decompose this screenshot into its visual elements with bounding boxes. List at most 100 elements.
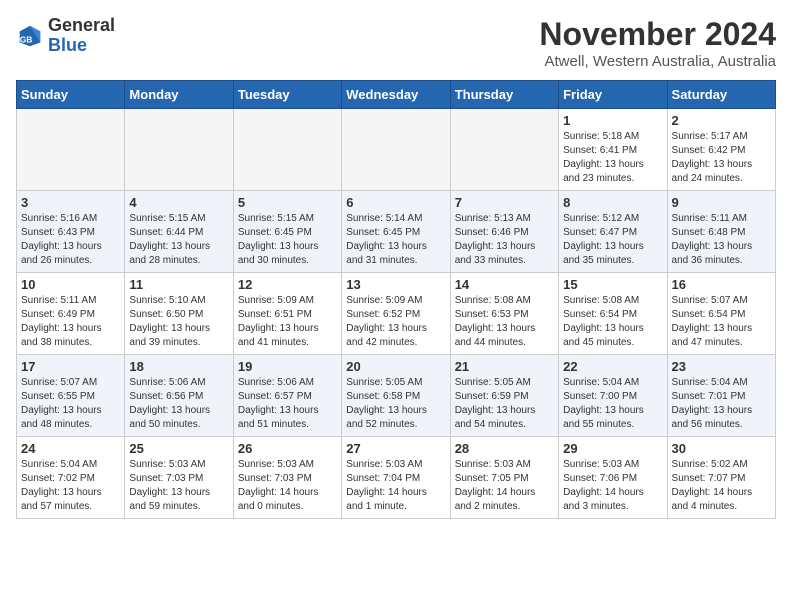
day-number: 22 xyxy=(563,359,662,374)
day-number: 29 xyxy=(563,441,662,456)
logo-text: General Blue xyxy=(48,16,115,56)
day-number: 10 xyxy=(21,277,120,292)
calendar-week-row: 1Sunrise: 5:18 AM Sunset: 6:41 PM Daylig… xyxy=(17,109,776,191)
day-info: Sunrise: 5:03 AM Sunset: 7:05 PM Dayligh… xyxy=(455,458,554,514)
day-number: 26 xyxy=(238,441,337,456)
day-header-saturday: Saturday xyxy=(667,81,775,109)
day-number: 14 xyxy=(455,277,554,292)
day-info: Sunrise: 5:02 AM Sunset: 7:07 PM Dayligh… xyxy=(672,458,771,514)
day-info: Sunrise: 5:06 AM Sunset: 6:56 PM Dayligh… xyxy=(129,376,228,432)
calendar-cell: 18 Sunrise: 5:06 AM Sunset: 6:56 PM Dayli… xyxy=(125,355,233,437)
calendar-cell: 28 Sunrise: 5:03 AM Sunset: 7:05 PM Dayli… xyxy=(450,437,558,519)
day-number: 21 xyxy=(455,359,554,374)
calendar-cell: 25 Sunrise: 5:03 AM Sunset: 7:03 PM Dayli… xyxy=(125,437,233,519)
calendar-cell xyxy=(342,109,450,191)
calendar-cell: 10Sunrise: 5:11 AM Sunset: 6:49 PM Dayli… xyxy=(17,273,125,355)
calendar-week-row: 17 Sunrise: 5:07 AM Sunset: 6:55 PM Dayli… xyxy=(17,355,776,437)
day-info: Sunrise: 5:09 AM Sunset: 6:51 PM Dayligh… xyxy=(238,294,337,350)
day-info: Sunrise: 5:03 AM Sunset: 7:06 PM Dayligh… xyxy=(563,458,662,514)
calendar-week-row: 10Sunrise: 5:11 AM Sunset: 6:49 PM Dayli… xyxy=(17,273,776,355)
calendar-cell: 12 Sunrise: 5:09 AM Sunset: 6:51 PM Dayli… xyxy=(233,273,341,355)
day-info: Sunrise: 5:05 AM Sunset: 6:58 PM Dayligh… xyxy=(346,376,445,432)
calendar-cell: 14 Sunrise: 5:08 AM Sunset: 6:53 PM Dayli… xyxy=(450,273,558,355)
day-info: Sunrise: 5:15 AM Sunset: 6:45 PM Dayligh… xyxy=(238,212,337,268)
calendar-cell: 7 Sunrise: 5:13 AM Sunset: 6:46 PM Daylig… xyxy=(450,191,558,273)
day-info: Sunrise: 5:08 AM Sunset: 6:53 PM Dayligh… xyxy=(455,294,554,350)
calendar-cell: 4Sunrise: 5:15 AM Sunset: 6:44 PM Daylig… xyxy=(125,191,233,273)
day-number: 12 xyxy=(238,277,337,292)
day-number: 9 xyxy=(672,195,771,210)
calendar-table: SundayMondayTuesdayWednesdayThursdayFrid… xyxy=(16,80,776,519)
day-info: Sunrise: 5:15 AM Sunset: 6:44 PM Dayligh… xyxy=(129,212,228,268)
calendar-cell: 6Sunrise: 5:14 AM Sunset: 6:45 PM Daylig… xyxy=(342,191,450,273)
location: Atwell, Western Australia, Australia xyxy=(539,53,776,70)
day-number: 27 xyxy=(346,441,445,456)
day-info: Sunrise: 5:03 AM Sunset: 7:03 PM Dayligh… xyxy=(238,458,337,514)
logo: GB General Blue xyxy=(16,16,115,56)
day-number: 8 xyxy=(563,195,662,210)
calendar-header-row: SundayMondayTuesdayWednesdayThursdayFrid… xyxy=(17,81,776,109)
day-info: Sunrise: 5:13 AM Sunset: 6:46 PM Dayligh… xyxy=(455,212,554,268)
day-header-wednesday: Wednesday xyxy=(342,81,450,109)
day-info: Sunrise: 5:16 AM Sunset: 6:43 PM Dayligh… xyxy=(21,212,120,268)
day-number: 24 xyxy=(21,441,120,456)
day-number: 7 xyxy=(455,195,554,210)
calendar-cell: 8 Sunrise: 5:12 AM Sunset: 6:47 PM Daylig… xyxy=(559,191,667,273)
day-info: Sunrise: 5:09 AM Sunset: 6:52 PM Dayligh… xyxy=(346,294,445,350)
calendar-cell: 20 Sunrise: 5:05 AM Sunset: 6:58 PM Dayli… xyxy=(342,355,450,437)
calendar-cell: 15Sunrise: 5:08 AM Sunset: 6:54 PM Dayli… xyxy=(559,273,667,355)
calendar-cell: 23Sunrise: 5:04 AM Sunset: 7:01 PM Dayli… xyxy=(667,355,775,437)
day-info: Sunrise: 5:14 AM Sunset: 6:45 PM Dayligh… xyxy=(346,212,445,268)
day-info: Sunrise: 5:17 AM Sunset: 6:42 PM Dayligh… xyxy=(672,130,771,186)
day-info: Sunrise: 5:12 AM Sunset: 6:47 PM Dayligh… xyxy=(563,212,662,268)
calendar-cell xyxy=(233,109,341,191)
day-number: 25 xyxy=(129,441,228,456)
calendar-cell: 5 Sunrise: 5:15 AM Sunset: 6:45 PM Daylig… xyxy=(233,191,341,273)
day-number: 13 xyxy=(346,277,445,292)
calendar-cell: 24Sunrise: 5:04 AM Sunset: 7:02 PM Dayli… xyxy=(17,437,125,519)
day-number: 17 xyxy=(21,359,120,374)
day-info: Sunrise: 5:07 AM Sunset: 6:54 PM Dayligh… xyxy=(672,294,771,350)
day-header-thursday: Thursday xyxy=(450,81,558,109)
page-header: GB General Blue November 2024 Atwell, We… xyxy=(16,16,776,70)
day-number: 3 xyxy=(21,195,120,210)
calendar-week-row: 24Sunrise: 5:04 AM Sunset: 7:02 PM Dayli… xyxy=(17,437,776,519)
calendar-cell: 2 Sunrise: 5:17 AM Sunset: 6:42 PM Daylig… xyxy=(667,109,775,191)
day-number: 2 xyxy=(672,113,771,128)
calendar-cell: 19 Sunrise: 5:06 AM Sunset: 6:57 PM Dayli… xyxy=(233,355,341,437)
calendar-cell: 1Sunrise: 5:18 AM Sunset: 6:41 PM Daylig… xyxy=(559,109,667,191)
day-number: 11 xyxy=(129,277,228,292)
calendar-cell: 13 Sunrise: 5:09 AM Sunset: 6:52 PM Dayli… xyxy=(342,273,450,355)
day-info: Sunrise: 5:08 AM Sunset: 6:54 PM Dayligh… xyxy=(563,294,662,350)
logo-blue: Blue xyxy=(48,35,87,55)
calendar-cell: 29 Sunrise: 5:03 AM Sunset: 7:06 PM Dayli… xyxy=(559,437,667,519)
calendar-cell xyxy=(125,109,233,191)
calendar-week-row: 3 Sunrise: 5:16 AM Sunset: 6:43 PM Daylig… xyxy=(17,191,776,273)
calendar-cell: 21Sunrise: 5:05 AM Sunset: 6:59 PM Dayli… xyxy=(450,355,558,437)
day-number: 30 xyxy=(672,441,771,456)
day-number: 5 xyxy=(238,195,337,210)
calendar-cell: 30 Sunrise: 5:02 AM Sunset: 7:07 PM Dayli… xyxy=(667,437,775,519)
day-info: Sunrise: 5:06 AM Sunset: 6:57 PM Dayligh… xyxy=(238,376,337,432)
day-header-sunday: Sunday xyxy=(17,81,125,109)
day-number: 20 xyxy=(346,359,445,374)
day-info: Sunrise: 5:18 AM Sunset: 6:41 PM Dayligh… xyxy=(563,130,662,186)
calendar-cell: 17 Sunrise: 5:07 AM Sunset: 6:55 PM Dayli… xyxy=(17,355,125,437)
day-number: 28 xyxy=(455,441,554,456)
day-info: Sunrise: 5:04 AM Sunset: 7:00 PM Dayligh… xyxy=(563,376,662,432)
day-info: Sunrise: 5:11 AM Sunset: 6:48 PM Dayligh… xyxy=(672,212,771,268)
day-info: Sunrise: 5:07 AM Sunset: 6:55 PM Dayligh… xyxy=(21,376,120,432)
svg-text:GB: GB xyxy=(20,34,33,44)
title-section: November 2024 Atwell, Western Australia,… xyxy=(539,16,776,70)
day-number: 23 xyxy=(672,359,771,374)
logo-general: General xyxy=(48,15,115,35)
day-number: 18 xyxy=(129,359,228,374)
day-header-monday: Monday xyxy=(125,81,233,109)
calendar-cell: 22 Sunrise: 5:04 AM Sunset: 7:00 PM Dayli… xyxy=(559,355,667,437)
day-info: Sunrise: 5:03 AM Sunset: 7:03 PM Dayligh… xyxy=(129,458,228,514)
calendar-cell: 3 Sunrise: 5:16 AM Sunset: 6:43 PM Daylig… xyxy=(17,191,125,273)
day-number: 19 xyxy=(238,359,337,374)
day-number: 16 xyxy=(672,277,771,292)
day-info: Sunrise: 5:03 AM Sunset: 7:04 PM Dayligh… xyxy=(346,458,445,514)
calendar-cell: 26 Sunrise: 5:03 AM Sunset: 7:03 PM Dayli… xyxy=(233,437,341,519)
